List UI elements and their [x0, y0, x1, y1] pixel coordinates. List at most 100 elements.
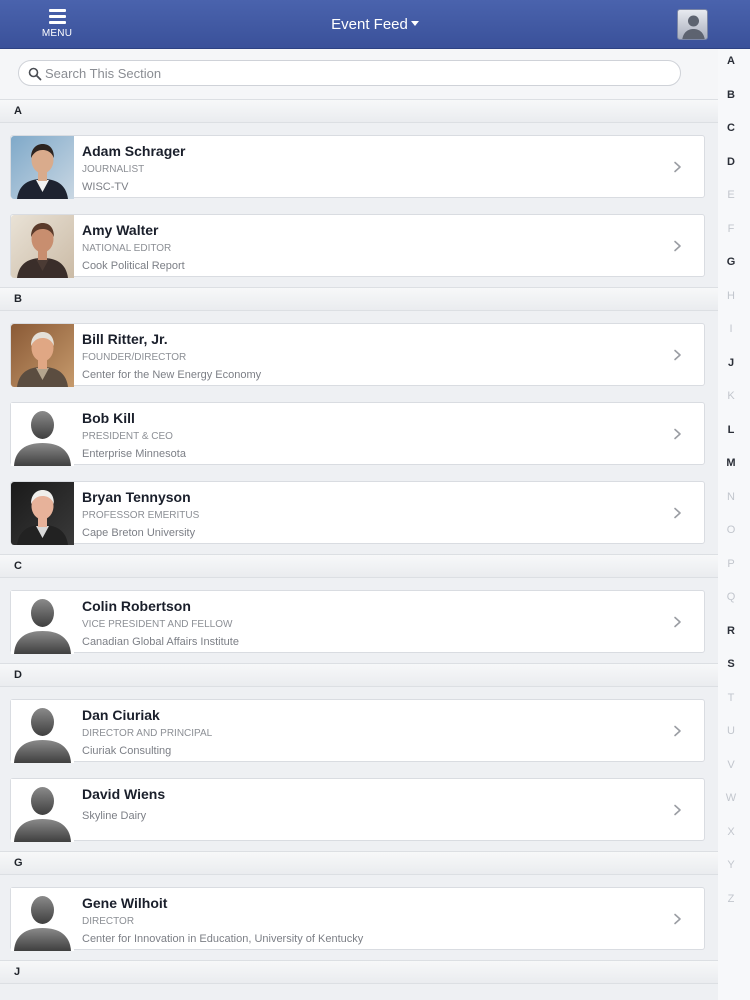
placeholder-avatar-icon — [14, 787, 71, 842]
section-header-b: B — [0, 287, 718, 311]
index-letter-y[interactable]: Y — [718, 859, 744, 871]
contact-title: PROFESSOR EMERITUS — [82, 510, 200, 521]
contact-name: David Wiens — [82, 786, 166, 802]
section-letter: B — [14, 293, 22, 305]
contact-organization: Cook Political Report — [82, 260, 185, 272]
event-feed-dropdown[interactable]: Event Feed — [0, 16, 750, 33]
index-letter-n[interactable]: N — [718, 491, 744, 503]
chevron-right-icon — [674, 507, 681, 519]
contact-organization: Skyline Dairy — [82, 810, 147, 822]
contact-photo — [11, 779, 74, 842]
index-letter-k[interactable]: K — [718, 390, 744, 402]
chevron-right-icon — [674, 161, 681, 173]
contact-name: Colin Robertson — [82, 598, 191, 614]
caret-down-icon — [410, 21, 419, 26]
search-area — [0, 49, 718, 99]
contact-card[interactable]: Gene Wilhoit DIRECTOR Center for Innovatio… — [10, 887, 705, 951]
contact-name: Bill Ritter, Jr. — [82, 331, 168, 347]
contact-card[interactable]: Dan Ciuriak DIRECTOR AND PRINCIPAL Ciuriak… — [10, 699, 705, 763]
contact-photo — [11, 888, 74, 951]
contact-organization: Center for Innovation in Education, Univ… — [82, 933, 364, 945]
chevron-right-icon — [674, 428, 681, 440]
contact-name: Dan Ciuriak — [82, 707, 160, 723]
section-header-g: G — [0, 851, 718, 875]
section-letter: A — [14, 105, 22, 117]
index-letter-g[interactable]: G — [718, 256, 744, 268]
index-letter-i[interactable]: I — [718, 323, 744, 335]
contact-title: VICE PRESIDENT AND FELLOW — [82, 619, 233, 630]
index-letter-r[interactable]: R — [718, 625, 744, 637]
placeholder-avatar-icon — [14, 708, 71, 763]
contact-card[interactable]: Amy Walter NATIONAL EDITOR Cook Political … — [10, 214, 705, 278]
index-letter-d[interactable]: D — [718, 156, 744, 168]
page-title: Event Feed — [331, 16, 408, 33]
index-letter-m[interactable]: M — [718, 457, 744, 469]
chevron-right-icon — [674, 616, 681, 628]
search-icon — [28, 67, 42, 81]
index-letter-o[interactable]: O — [718, 524, 744, 536]
contact-name: Amy Walter — [82, 222, 159, 238]
search-field[interactable] — [18, 60, 681, 86]
index-letter-c[interactable]: C — [718, 122, 744, 134]
index-letter-a[interactable]: A — [718, 55, 744, 67]
contact-photo — [11, 324, 74, 387]
section-letter: G — [14, 857, 23, 869]
index-letter-u[interactable]: U — [718, 725, 744, 737]
index-letter-p[interactable]: P — [718, 558, 744, 570]
index-letter-e[interactable]: E — [718, 189, 744, 201]
contact-organization: Center for the New Energy Economy — [82, 369, 262, 381]
headshot-image — [11, 215, 74, 278]
alphabet-index[interactable]: A B C D E F G H I J K L M N O P Q R S T U V W X Y Z — [718, 49, 750, 1000]
contact-title: DIRECTOR AND PRINCIPAL — [82, 728, 213, 739]
index-letter-b[interactable]: B — [718, 89, 744, 101]
index-letter-v[interactable]: V — [718, 759, 744, 771]
contact-title: NATIONAL EDITOR — [82, 243, 172, 254]
index-letter-l[interactable]: L — [718, 424, 744, 436]
contact-name: Adam Schrager — [82, 143, 186, 159]
contact-name: Bryan Tennyson — [82, 489, 191, 505]
chevron-right-icon — [674, 913, 681, 925]
search-input[interactable] — [45, 63, 665, 83]
contact-title: JOURNALIST — [82, 164, 145, 175]
index-letter-x[interactable]: X — [718, 826, 744, 838]
top-navigation-bar: MENU Event Feed — [0, 0, 750, 49]
placeholder-avatar-icon — [14, 599, 71, 654]
index-letter-w[interactable]: W — [718, 792, 744, 804]
contact-name: Bob Kill — [82, 410, 135, 426]
index-letter-h[interactable]: H — [718, 290, 744, 302]
profile-button[interactable] — [677, 9, 708, 40]
chevron-right-icon — [674, 804, 681, 816]
contact-card[interactable]: Bill Ritter, Jr. FOUNDER/DIRECTOR Center f… — [10, 323, 705, 387]
index-letter-z[interactable]: Z — [718, 893, 744, 905]
section-header-a: A — [0, 99, 718, 123]
section-letter: D — [14, 669, 22, 681]
index-letter-f[interactable]: F — [718, 223, 744, 235]
contact-title: PRESIDENT & CEO — [82, 431, 173, 442]
contact-card[interactable]: David Wiens Skyline Dairy — [10, 778, 705, 842]
headshot-image — [11, 136, 74, 199]
headshot-image — [11, 482, 74, 545]
contact-name: Gene Wilhoit — [82, 895, 168, 911]
contact-title: DIRECTOR — [82, 916, 135, 927]
chevron-right-icon — [674, 240, 681, 252]
user-avatar-icon — [682, 15, 705, 39]
placeholder-avatar-icon — [14, 411, 71, 466]
contact-organization: Enterprise Minnesota — [82, 448, 186, 460]
contact-photo — [11, 136, 74, 199]
contact-card[interactable]: Colin Robertson VICE PRESIDENT AND FELLOW… — [10, 590, 705, 654]
contact-photo — [11, 482, 74, 545]
index-letter-q[interactable]: Q — [718, 591, 744, 603]
contact-title: FOUNDER/DIRECTOR — [82, 352, 187, 363]
contact-organization: Ciuriak Consulting — [82, 745, 172, 757]
contact-photo — [11, 403, 74, 466]
index-letter-t[interactable]: T — [718, 692, 744, 704]
headshot-image — [11, 324, 74, 387]
contact-card[interactable]: Bob Kill PRESIDENT & CEO Enterprise Minnes… — [10, 402, 705, 466]
chevron-right-icon — [674, 349, 681, 361]
index-letter-j[interactable]: J — [718, 357, 744, 369]
contact-card[interactable]: Bryan Tennyson PROFESSOR EMERITUS Cape Bre… — [10, 481, 705, 545]
index-letter-s[interactable]: S — [718, 658, 744, 670]
contact-organization: Cape Breton University — [82, 527, 196, 539]
contact-card[interactable]: Adam Schrager JOURNALIST WISC-TV — [10, 135, 705, 199]
section-letter: C — [14, 560, 22, 572]
